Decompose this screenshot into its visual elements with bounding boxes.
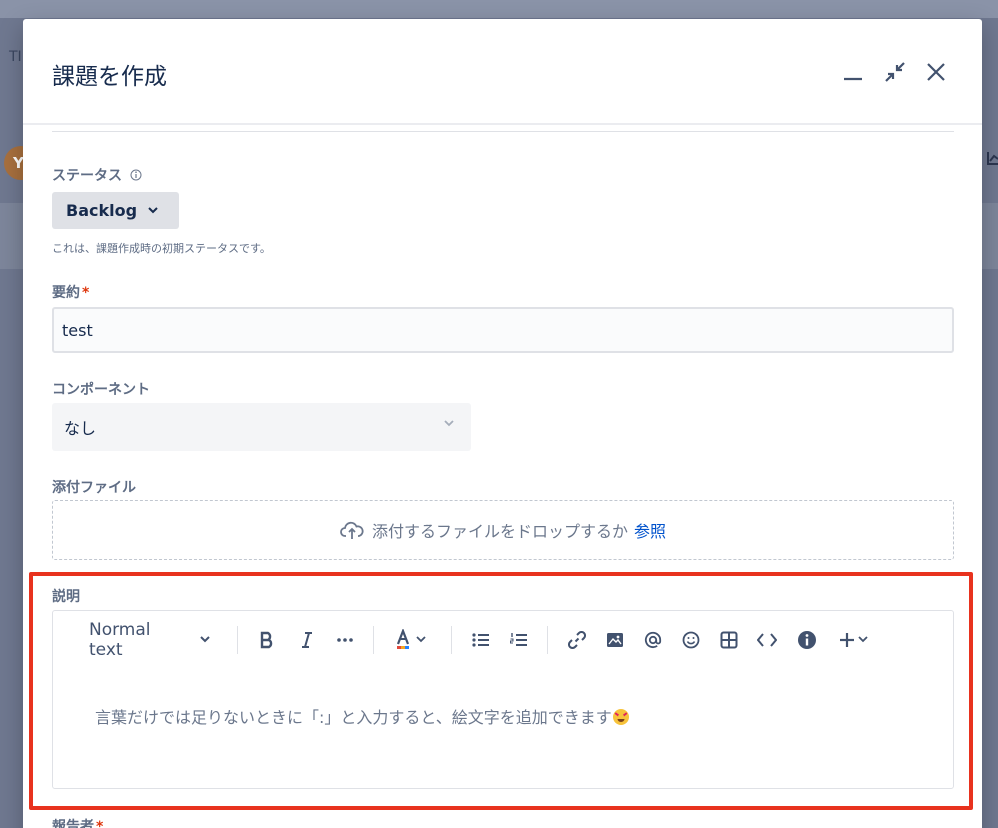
modal-header: 課題を作成	[23, 19, 982, 125]
toolbar-separator	[237, 626, 238, 654]
numbered-list-icon	[510, 633, 527, 646]
info-icon[interactable]	[130, 169, 142, 181]
italic-button[interactable]	[293, 626, 321, 654]
mention-icon	[644, 631, 662, 649]
text-color-button[interactable]	[389, 626, 431, 654]
component-label: コンポーネント	[52, 382, 150, 398]
component-value: なし	[64, 419, 97, 438]
minimize-button[interactable]	[838, 57, 868, 87]
editor-toolbar: Normal text	[53, 611, 953, 669]
code-icon	[757, 633, 777, 647]
placeholder-text: 言葉だけでは足りないときに「:」と入力すると、絵文字を追加できます	[95, 708, 612, 727]
more-icon	[337, 638, 353, 642]
divider	[52, 131, 954, 132]
status-label-text: ステータス	[52, 168, 122, 184]
bullet-list-button[interactable]	[467, 626, 495, 654]
toolbar-separator	[373, 626, 374, 654]
table-button[interactable]	[715, 626, 743, 654]
bg-top-bar	[0, 0, 998, 18]
description-label: 説明	[52, 589, 80, 605]
chevron-down-icon	[148, 206, 158, 213]
upload-cloud-icon	[340, 521, 364, 539]
required-mark: *	[96, 819, 104, 828]
heart-eyes-emoji-icon	[612, 709, 629, 725]
required-mark: *	[82, 285, 90, 301]
close-icon	[927, 63, 945, 81]
browse-link[interactable]: 参照	[634, 518, 666, 542]
insert-more-button[interactable]	[833, 626, 873, 654]
summary-input[interactable]	[52, 307, 954, 353]
modal-title: 課題を作成	[52, 64, 167, 90]
status-label: ステータス	[52, 165, 142, 185]
toolbar-separator	[451, 626, 452, 654]
emoji-icon	[682, 631, 700, 649]
info-panel-button[interactable]	[793, 626, 821, 654]
link-icon	[568, 631, 586, 649]
reporter-label-text: 報告者	[52, 819, 94, 828]
attachment-label: 添付ファイル	[52, 480, 136, 496]
collapse-button[interactable]	[880, 57, 910, 87]
plus-icon	[840, 633, 854, 647]
text-style-value: Normal text	[89, 620, 151, 660]
attachment-dropzone[interactable]: 添付するファイルをドロップするか 参照	[52, 500, 954, 560]
status-dropdown-button[interactable]: Backlog	[52, 192, 179, 229]
dropzone-text: 添付するファイルをドロップするか	[371, 522, 628, 541]
status-helper-text: これは、課題作成時の初期ステータスです。	[52, 242, 271, 255]
component-select[interactable]: なし	[52, 403, 471, 451]
summary-label: 要約 *	[52, 282, 89, 302]
bg-title-fragment: TI	[9, 49, 22, 65]
text-color-icon	[396, 629, 410, 649]
heart-eyes-icon	[614, 712, 627, 722]
mention-button[interactable]	[639, 626, 667, 654]
chevron-down-icon	[444, 420, 454, 427]
table-icon	[720, 631, 738, 649]
collapse-icon	[885, 62, 905, 82]
image-button[interactable]	[601, 626, 629, 654]
chevron-down-icon	[858, 636, 868, 643]
chevron-down-icon	[416, 636, 426, 643]
bullet-list-icon	[472, 633, 489, 647]
code-button[interactable]	[753, 626, 781, 654]
chevron-down-icon	[200, 636, 210, 643]
bold-icon	[260, 631, 273, 649]
status-value: Backlog	[66, 201, 138, 220]
bold-button[interactable]	[253, 626, 281, 654]
toolbar-separator	[547, 626, 548, 654]
minimize-icon	[844, 77, 862, 81]
link-button[interactable]	[563, 626, 591, 654]
info-panel-icon	[798, 631, 816, 649]
reporter-label: 報告者 *	[52, 816, 103, 828]
description-editor[interactable]: Normal text 言葉だけでは足りないときに「:」と入力すると、絵文字を追…	[52, 610, 954, 789]
numbered-list-button[interactable]	[505, 626, 533, 654]
more-formatting-button[interactable]	[331, 626, 359, 654]
create-issue-modal: 課題を作成 ステータス Backlog これは、課題作成時の初期ステータスです。…	[23, 19, 982, 828]
editor-placeholder: 言葉だけでは足りないときに「:」と入力すると、絵文字を追加できます	[95, 704, 629, 728]
bg-chart-icon	[987, 152, 998, 165]
close-button[interactable]	[921, 57, 951, 87]
text-style-dropdown[interactable]: Normal text	[89, 620, 211, 660]
summary-label-text: 要約	[52, 285, 80, 301]
italic-icon	[302, 632, 312, 648]
image-icon	[607, 633, 623, 647]
emoji-button[interactable]	[677, 626, 705, 654]
